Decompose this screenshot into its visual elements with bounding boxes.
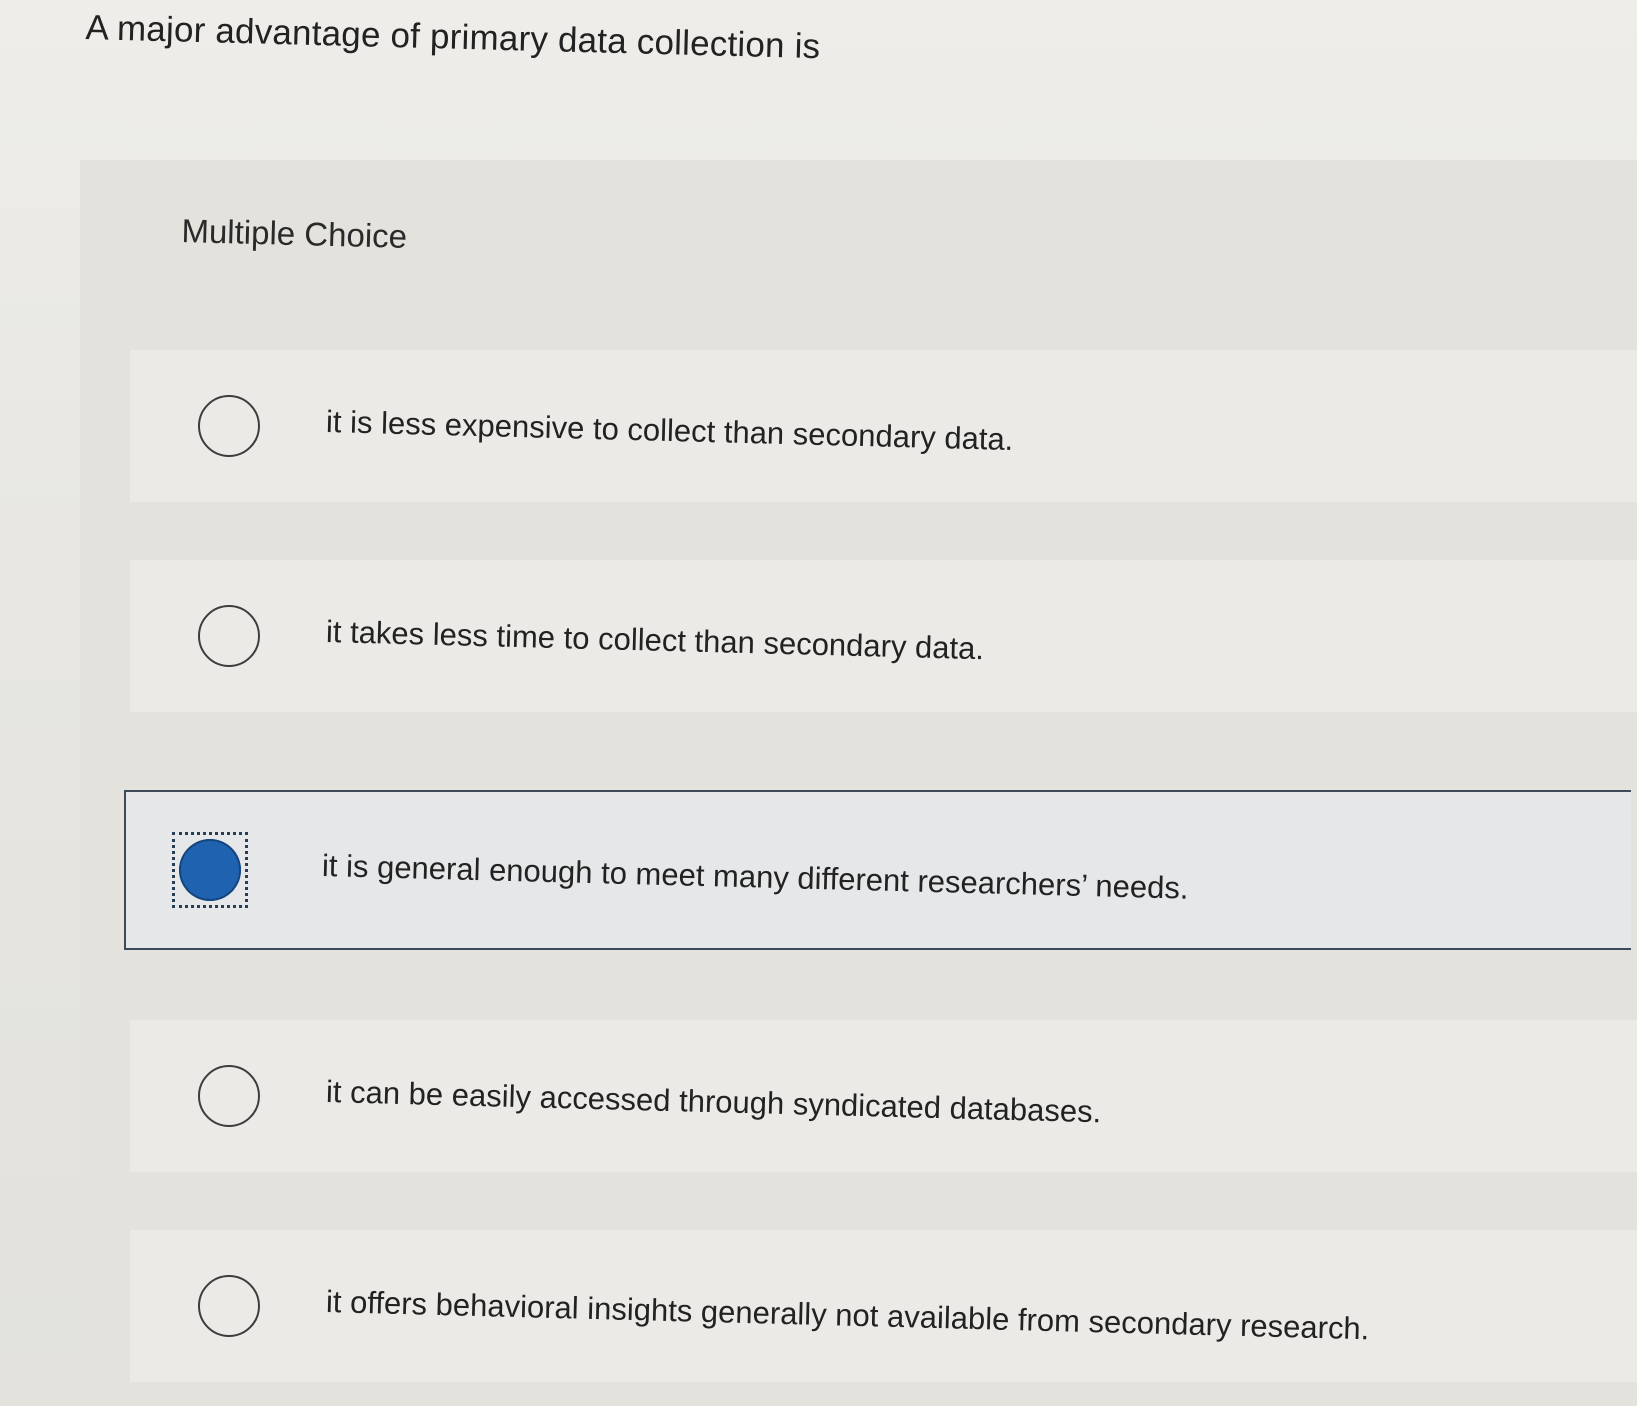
option-label: it is general enough to meet many differ… [321, 848, 1189, 906]
radio-button[interactable] [198, 605, 260, 667]
option-label: it takes less time to collect than secon… [325, 614, 985, 667]
radio-button[interactable] [198, 395, 260, 457]
option-label: it offers behavioral insights generally … [325, 1284, 1370, 1347]
option-label: it is less expensive to collect than sec… [325, 404, 1014, 457]
answer-option-3[interactable]: it is general enough to meet many differ… [124, 790, 1631, 950]
radio-button-checked[interactable] [172, 832, 248, 908]
question-title: A major advantage of primary data collec… [84, 8, 821, 67]
answer-option-2[interactable]: it takes less time to collect than secon… [130, 560, 1637, 712]
option-label: it can be easily accessed through syndic… [325, 1074, 1102, 1130]
answer-panel [80, 160, 1637, 1406]
answer-option-1[interactable]: it is less expensive to collect than sec… [130, 350, 1637, 502]
radio-button[interactable] [198, 1065, 260, 1127]
answer-option-4[interactable]: it can be easily accessed through syndic… [130, 1020, 1637, 1172]
radio-selected-dot [179, 839, 241, 901]
question-type-label: Multiple Choice [181, 212, 408, 255]
answer-option-5[interactable]: it offers behavioral insights generally … [130, 1230, 1637, 1382]
radio-button[interactable] [198, 1275, 260, 1337]
quiz-page: A major advantage of primary data collec… [0, 0, 1637, 1406]
